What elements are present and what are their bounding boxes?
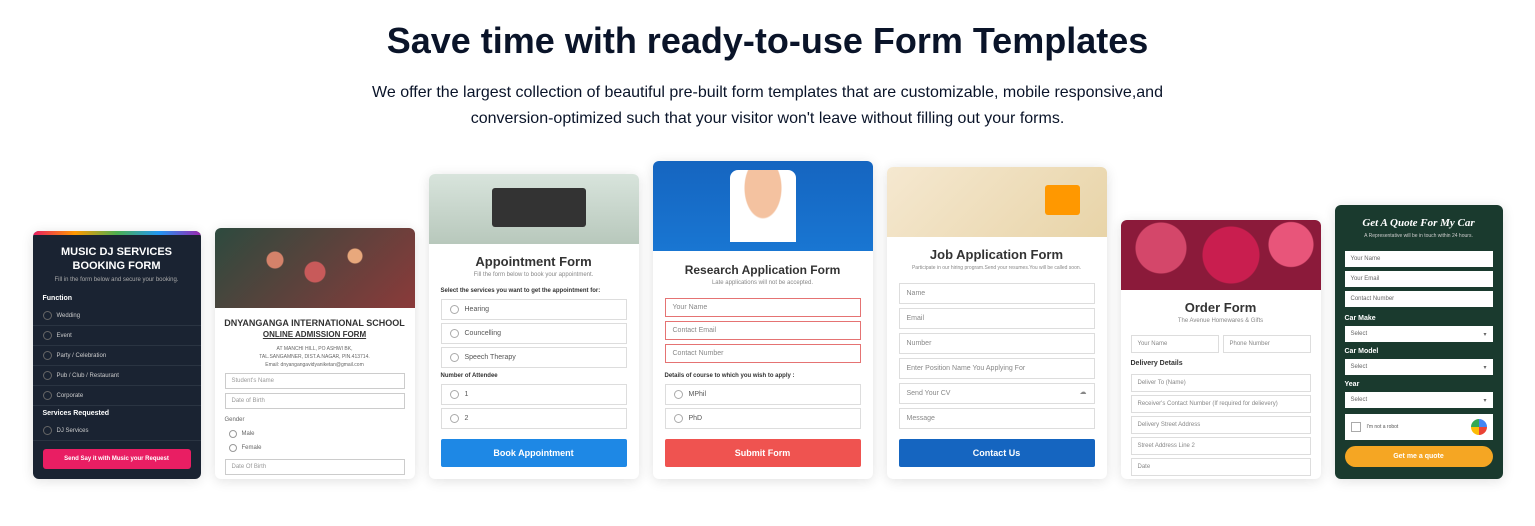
submit-button: Submit Form bbox=[665, 439, 861, 467]
input-placeholder: Date of Birth bbox=[225, 393, 405, 409]
radio-option: Male bbox=[215, 427, 415, 441]
submit-button: Send Say it with Music your Request bbox=[43, 449, 191, 469]
hero-section: Save time with ready-to-use Form Templat… bbox=[0, 0, 1535, 161]
field-label: Year bbox=[1345, 377, 1493, 390]
input-placeholder: Receiver's Contact Number (If required f… bbox=[1131, 395, 1311, 413]
radio-option: MPhil bbox=[665, 384, 861, 405]
radio-option: Hearing bbox=[441, 299, 627, 320]
card-title: DNYANGANGA INTERNATIONAL SCHOOL bbox=[215, 308, 415, 330]
input-placeholder: Contact Email bbox=[665, 321, 861, 340]
radio-option: Female bbox=[215, 441, 415, 455]
card-hero-image bbox=[429, 174, 639, 244]
card-title: Appointment Form bbox=[429, 244, 639, 272]
card-title: MUSIC DJ SERVICES BOOKING FORM bbox=[33, 235, 201, 278]
select-placeholder: Select bbox=[1345, 326, 1493, 342]
page-title: Save time with ready-to-use Form Templat… bbox=[40, 20, 1495, 62]
field-label: Car Model bbox=[1345, 344, 1493, 357]
input-placeholder: Deliver To (Name) bbox=[1131, 374, 1311, 392]
card-hero-image bbox=[1121, 220, 1321, 290]
template-card-car-quote[interactable]: Get A Quote For My Car A Representative … bbox=[1335, 205, 1503, 479]
section-label: Delivery Details bbox=[1121, 356, 1321, 371]
field-label: Gender bbox=[215, 413, 415, 427]
input-placeholder: Number bbox=[899, 333, 1095, 354]
input-placeholder: Contact Number bbox=[1345, 291, 1493, 307]
file-upload-input: Send Your CV bbox=[899, 383, 1095, 404]
input-placeholder: Student's Name bbox=[225, 373, 405, 389]
radio-option: Wedding bbox=[33, 306, 201, 326]
address-line: AT MANCHI HILL, PO ASHWI BK, bbox=[215, 345, 415, 353]
card-hero-image bbox=[653, 161, 873, 251]
section-label: Services Requested bbox=[33, 406, 201, 421]
email-line: Email: dnyangangavidyaniketan@gmail.com bbox=[215, 361, 415, 369]
card-title: Order Form bbox=[1121, 290, 1321, 318]
input-placeholder: Contact Number bbox=[665, 344, 861, 363]
input-placeholder: Phone Number bbox=[1223, 335, 1311, 353]
card-title: Get A Quote For My Car bbox=[1345, 217, 1493, 233]
card-subtitle: Late applications will not be accepted. bbox=[653, 280, 873, 294]
input-row: Your Name Phone Number bbox=[1131, 335, 1311, 353]
admission-link: ONLINE ADMISSION FORM bbox=[215, 330, 415, 345]
card-subtitle: Participate in our hiring program.Send y… bbox=[887, 265, 1107, 279]
template-card-dj-booking[interactable]: MUSIC DJ SERVICES BOOKING FORM Fill in t… bbox=[33, 231, 201, 480]
radio-option: Speech Therapy bbox=[441, 347, 627, 368]
submit-button: Book Appointment bbox=[441, 439, 627, 467]
input-placeholder: Street Address Line 2 bbox=[1131, 437, 1311, 455]
input-placeholder: Your Name bbox=[665, 298, 861, 317]
input-placeholder: Name bbox=[899, 283, 1095, 304]
radio-option: PhD bbox=[665, 408, 861, 429]
input-placeholder: Date bbox=[1131, 458, 1311, 476]
radio-option: 2 bbox=[441, 408, 627, 429]
field-label: Car Make bbox=[1345, 311, 1493, 324]
input-placeholder: Your Email bbox=[1345, 271, 1493, 287]
radio-option: Councelling bbox=[441, 323, 627, 344]
select-placeholder: Select bbox=[1345, 392, 1493, 408]
card-title: Job Application Form bbox=[887, 237, 1107, 265]
section-label: Function bbox=[33, 291, 201, 306]
input-placeholder: Your Name bbox=[1345, 251, 1493, 267]
page-description: We offer the largest collection of beaut… bbox=[358, 80, 1178, 131]
field-label: Number of Attendee bbox=[429, 371, 639, 381]
input-placeholder: Your Name bbox=[1131, 335, 1219, 353]
card-hero-image bbox=[887, 167, 1107, 237]
recaptcha-box: I'm not a robot bbox=[1345, 414, 1493, 440]
input-placeholder: Message bbox=[899, 408, 1095, 429]
submit-button: Get me a quote bbox=[1345, 446, 1493, 467]
template-card-job-application[interactable]: Job Application Form Participate in our … bbox=[887, 167, 1107, 479]
card-hero-image bbox=[215, 228, 415, 308]
field-label: Select the services you want to get the … bbox=[429, 286, 639, 296]
template-card-appointment[interactable]: Appointment Form Fill the form below to … bbox=[429, 174, 639, 479]
radio-option: Event bbox=[33, 326, 201, 346]
submit-button: Contact Us bbox=[899, 439, 1095, 467]
address-line: TAL.SANGAMNER, DIST.A.NAGAR, PIN.413714. bbox=[215, 353, 415, 361]
radio-option: Pub / Club / Restaurant bbox=[33, 366, 201, 386]
input-placeholder: Delivery Street Address bbox=[1131, 416, 1311, 434]
radio-option: DJ Services bbox=[33, 421, 201, 441]
select-placeholder: Select bbox=[1345, 359, 1493, 375]
radio-option: Party / Celebration bbox=[33, 346, 201, 366]
card-subtitle: Fill the form below to book your appoint… bbox=[429, 272, 639, 286]
card-subtitle: The Avenue Homewares & Gifts bbox=[1121, 318, 1321, 332]
radio-option: 1 bbox=[441, 384, 627, 405]
input-placeholder: Email bbox=[899, 308, 1095, 329]
template-card-research[interactable]: Research Application Form Late applicati… bbox=[653, 161, 873, 479]
radio-option: Corporate bbox=[33, 386, 201, 406]
card-subtitle: A Representative will be in touch within… bbox=[1345, 233, 1493, 247]
card-subtitle: Fill in the form below and secure your b… bbox=[33, 277, 201, 291]
input-placeholder: Date Of Birth bbox=[225, 459, 405, 475]
input-placeholder: Enter Position Name You Applying For bbox=[899, 358, 1095, 379]
template-card-order[interactable]: Order Form The Avenue Homewares & Gifts … bbox=[1121, 220, 1321, 479]
field-label: Details of course to which you wish to a… bbox=[653, 367, 873, 381]
card-title: Research Application Form bbox=[653, 251, 873, 280]
template-cards-row: MUSIC DJ SERVICES BOOKING FORM Fill in t… bbox=[0, 161, 1535, 479]
template-card-admission[interactable]: DNYANGANGA INTERNATIONAL SCHOOL ONLINE A… bbox=[215, 228, 415, 479]
